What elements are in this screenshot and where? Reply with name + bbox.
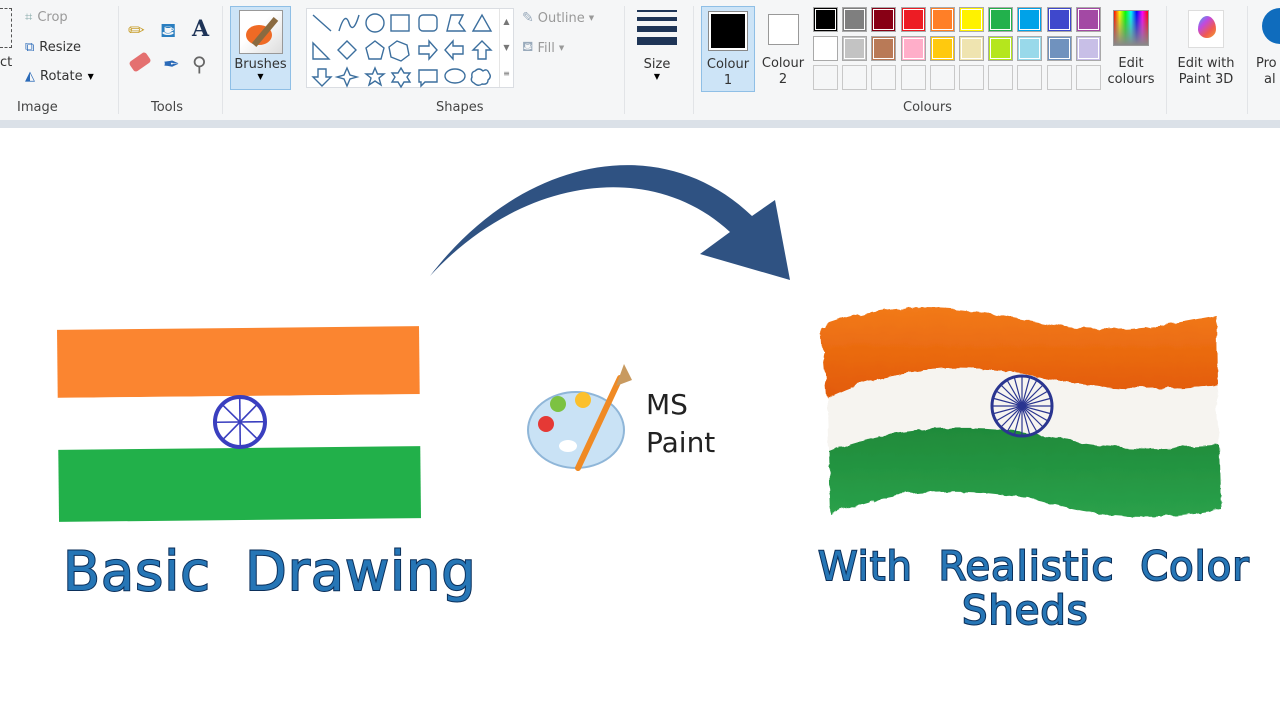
rotate-button[interactable]: ◭ Rotate ▼ (25, 69, 94, 84)
colour2-button[interactable]: Colour 2 (757, 6, 809, 92)
right-caption-line1: With Realistic Color (817, 543, 1250, 591)
text-icon[interactable]: A (192, 16, 209, 42)
realistic-flag (820, 306, 1220, 516)
divider (1166, 6, 1167, 114)
left-caption: Basic Drawing (62, 539, 477, 604)
group-label-image: Image (17, 100, 58, 115)
edit-with-paint3d-button[interactable]: Edit with Paint 3D (1170, 8, 1242, 92)
group-label-colours: Colours (903, 100, 952, 115)
shapes-icons (311, 13, 493, 89)
colour-swatch[interactable] (1017, 7, 1043, 32)
select-label[interactable]: ct (0, 55, 12, 70)
product-alert-button[interactable]: Pro al (1252, 8, 1280, 92)
colour-swatch[interactable] (929, 7, 955, 32)
crop-icon: ⌗ (25, 10, 33, 25)
colour1-button[interactable]: Colour 1 (701, 6, 755, 92)
colour-swatch[interactable] (813, 36, 838, 61)
logo-text-ms: MS (646, 388, 688, 421)
colour-swatch[interactable] (1046, 36, 1072, 61)
colour-swatch[interactable] (959, 36, 984, 61)
ashoka-chakra-realistic (990, 374, 1054, 438)
colour-swatch[interactable] (871, 36, 897, 61)
paint3d-icon (1188, 10, 1224, 48)
pencil-icon[interactable]: ✏ (128, 18, 145, 42)
custom-colour-slot[interactable] (959, 65, 984, 90)
colour-swatch[interactable] (842, 36, 868, 61)
colour-swatch[interactable] (1017, 36, 1043, 61)
color-picker-icon[interactable]: ✒ (163, 52, 180, 76)
curved-arrow (430, 165, 790, 280)
custom-colour-slot[interactable] (900, 65, 926, 90)
outline-icon: ✎ (522, 10, 534, 26)
custom-colour-slot[interactable] (871, 65, 897, 90)
colour-swatch[interactable] (842, 7, 868, 32)
size-button[interactable]: Size ▼ (632, 8, 682, 88)
rotate-icon: ◭ (25, 69, 35, 84)
spectrum-icon (1113, 10, 1149, 46)
divider (222, 6, 223, 114)
colour-swatch[interactable] (929, 36, 955, 61)
logo-text-paint: Paint (646, 426, 716, 459)
fill-icon[interactable]: ⛾ (160, 18, 176, 45)
ribbon: ct ⌗ Crop ⧉ Resize ◭ Rotate ▼ Image ✏ ⛾ A… (0, 0, 1280, 120)
basic-flag (57, 326, 422, 522)
divider (1247, 6, 1248, 114)
product-alert-icon (1262, 8, 1280, 44)
eraser-icon[interactable] (128, 51, 152, 73)
divider (693, 6, 694, 114)
group-label-shapes: Shapes (436, 100, 484, 115)
custom-colour-slot[interactable] (813, 65, 838, 90)
resize-button[interactable]: ⧉ Resize (25, 40, 81, 55)
ashoka-chakra (212, 395, 267, 450)
right-caption-line2: Sheds (961, 587, 1089, 635)
colour-swatch[interactable] (988, 36, 1014, 61)
divider (624, 6, 625, 114)
custom-colour-slot[interactable] (988, 65, 1014, 90)
select-button[interactable] (0, 8, 12, 48)
colour-swatch[interactable] (900, 36, 926, 61)
shapes-gallery[interactable]: ▲ ▼ ≡ (306, 8, 514, 89)
size-lines-icon (637, 10, 677, 45)
colour-swatch[interactable] (1075, 36, 1101, 61)
resize-icon: ⧉ (25, 40, 35, 55)
outline-button[interactable]: ✎ Outline ▼ (522, 10, 594, 26)
custom-colour-slot[interactable] (929, 65, 955, 90)
brushes-button[interactable]: Brushes ▼ (230, 6, 291, 90)
brush-icon (238, 10, 283, 54)
colour-swatch[interactable] (959, 7, 984, 32)
colour1-swatch (708, 11, 748, 51)
magnifier-icon[interactable]: ⚲ (192, 52, 207, 76)
group-label-tools: Tools (151, 100, 184, 115)
fill-bucket-icon: ⛾ (522, 39, 534, 55)
colour-swatch[interactable] (1075, 7, 1101, 32)
colour2-swatch (767, 14, 799, 45)
colour-swatch[interactable] (988, 7, 1014, 32)
colour-swatch[interactable] (813, 7, 838, 32)
ms-paint-logo (527, 364, 632, 471)
custom-colour-slot[interactable] (1046, 65, 1072, 90)
crop-button[interactable]: ⌗ Crop (25, 10, 68, 25)
custom-colour-slot[interactable] (842, 65, 868, 90)
colour-swatch[interactable] (871, 7, 897, 32)
custom-colour-slot[interactable] (1075, 65, 1101, 90)
ribbon-border (0, 120, 1280, 128)
fill-button[interactable]: ⛾ Fill ▼ (522, 39, 564, 57)
custom-colour-slot[interactable] (1017, 65, 1043, 90)
edit-colours-button[interactable]: Edit colours (1103, 8, 1159, 92)
colour-swatch[interactable] (900, 7, 926, 32)
colour-swatch[interactable] (1046, 7, 1072, 32)
divider (118, 6, 119, 114)
